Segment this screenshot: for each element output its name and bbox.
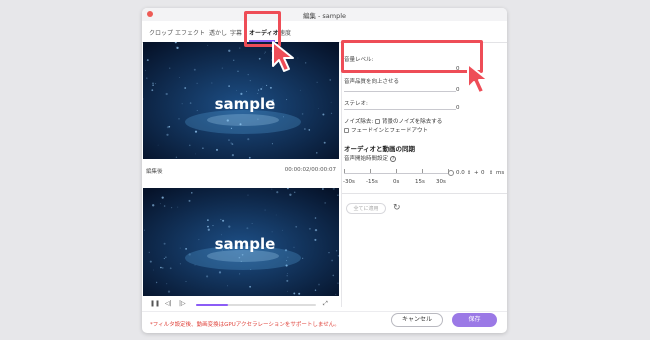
tab-effects[interactable]: エフェクト	[175, 28, 205, 37]
tab-crop[interactable]: クロップ	[149, 28, 173, 37]
preview-info-bar: 編集後 00:00:02/00:00:07	[142, 166, 340, 176]
sync-section-title: オーディオと動画の同期	[344, 145, 416, 153]
stepper-left-icon[interactable]: ⇕	[467, 170, 471, 176]
title-bar: 編集 - sample	[142, 8, 507, 21]
panel-divider	[342, 193, 507, 194]
pause-icon[interactable]: ❚❚	[150, 300, 160, 307]
noise-checkbox[interactable]	[374, 119, 380, 124]
gpu-warning-note: *フィルタ設定後、動画変換はGPUアクセラレーションをサポートしません。	[150, 322, 340, 328]
pointer-cursor-icon	[272, 41, 294, 72]
apply-all-button[interactable]: 全てに適用	[346, 203, 386, 214]
stepper-right-icon[interactable]: ⇕	[489, 170, 493, 176]
tick-label: -15s	[366, 179, 378, 185]
tick-label: 30s	[436, 179, 446, 185]
info-icon[interactable]: ?	[390, 156, 397, 162]
sync-unit: ms	[496, 170, 505, 176]
time-display: 00:00:02/00:00:07	[284, 167, 336, 173]
original-preview: sample	[143, 42, 339, 159]
next-icon[interactable]: |▷	[179, 300, 186, 307]
plus-icon: +	[474, 170, 479, 176]
stereo-label: ステレオ:	[344, 101, 368, 107]
tick-label: 15s	[415, 179, 425, 185]
reset-icon[interactable]: ↻	[393, 203, 401, 213]
tab-watermark[interactable]: 透かし	[209, 28, 227, 37]
sync-slider-thumb[interactable]	[448, 170, 454, 176]
tick-label: 0s	[393, 179, 400, 185]
save-button[interactable]: 保存	[452, 313, 497, 327]
sync-value-right: 0	[481, 170, 485, 176]
voice-quality-label: 音声品質を向上させる	[344, 79, 400, 85]
sync-tick	[344, 169, 345, 173]
noise-reduction-row: ノイズ除去: 背景のノイズを除去する	[344, 117, 442, 125]
voice-quality-value: 0	[456, 87, 460, 93]
prev-icon[interactable]: ◁|	[165, 300, 172, 307]
sync-tick	[422, 169, 423, 173]
stereo-value: 0	[456, 105, 460, 111]
fade-row: フェードインとフェードアウト	[344, 126, 428, 134]
tab-subtitles[interactable]: 字幕	[230, 28, 242, 37]
window-title: 編集 - sample	[302, 12, 347, 20]
fade-checkbox[interactable]	[344, 128, 349, 133]
pointer-cursor-icon	[467, 63, 489, 94]
noise-reduction-label: ノイズ除去:	[344, 119, 374, 125]
preview-label: 編集後	[146, 169, 163, 175]
sync-value-left: 0.0	[456, 170, 465, 176]
tick-label: -30s	[343, 179, 355, 185]
sync-label: 音声開始時間設定	[344, 156, 389, 162]
stereo-slider[interactable]	[344, 109, 456, 110]
sync-tick	[370, 169, 371, 173]
playback-progress-fill	[196, 304, 229, 306]
video-overlay-text: sample	[215, 95, 276, 113]
voice-quality-slider[interactable]	[344, 91, 456, 92]
noise-option-label: 背景のノイズを除去する	[381, 119, 443, 125]
player-controls: ❚❚ ◁| |▷ ⤢	[142, 299, 340, 311]
fade-option-label: フェードインとフェードアウト	[351, 128, 429, 134]
fullscreen-icon[interactable]: ⤢	[323, 300, 328, 308]
volume-highlight	[341, 40, 483, 73]
sync-slider[interactable]	[344, 173, 448, 174]
cancel-button[interactable]: キャンセル	[391, 313, 443, 327]
video-overlay-text-edited: sample	[215, 235, 276, 253]
sync-tick	[396, 169, 397, 173]
sync-label-row: 音声開始時間設定?	[344, 154, 397, 162]
edited-preview: sample	[143, 188, 339, 296]
footer-divider	[142, 311, 507, 312]
playback-progress[interactable]	[196, 304, 316, 306]
